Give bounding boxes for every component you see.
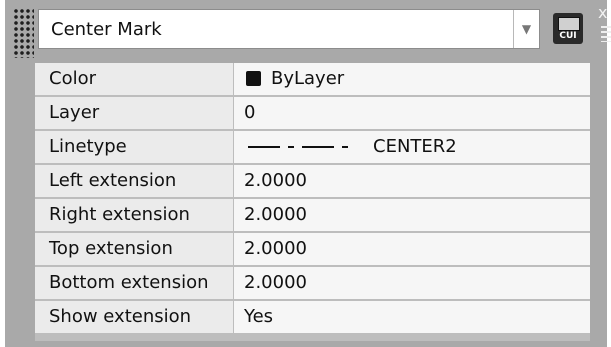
property-label: Top extension xyxy=(49,238,173,259)
property-row-right-extension[interactable]: Right extension 2.0000 xyxy=(35,199,590,233)
property-label: Left extension xyxy=(49,170,177,191)
property-value: Yes xyxy=(244,306,274,327)
property-row-left-extension[interactable]: Left extension 2.0000 xyxy=(35,165,590,199)
property-row-linetype[interactable]: Linetype CENTER2 xyxy=(35,131,590,165)
close-icon[interactable]: x xyxy=(598,5,607,21)
property-value-cell[interactable]: CENTER2 xyxy=(234,131,590,163)
object-type-dropdown[interactable]: Center Mark ▼ xyxy=(38,9,540,49)
property-label: Right extension xyxy=(49,204,190,225)
property-value: 2.0000 xyxy=(244,272,307,293)
property-label-cell: Bottom extension xyxy=(35,267,233,299)
property-label: Bottom extension xyxy=(49,272,209,293)
property-value-cell[interactable]: 2.0000 xyxy=(234,233,590,265)
chevron-down-icon[interactable]: ▼ xyxy=(513,10,539,48)
property-label-cell: Right extension xyxy=(35,199,233,231)
property-value-cell[interactable]: Yes xyxy=(234,301,590,333)
property-row-show-extension[interactable]: Show extension Yes xyxy=(35,301,590,335)
property-label-cell: Show extension xyxy=(35,301,233,333)
object-type-label: Center Mark xyxy=(51,19,162,40)
cui-icon[interactable]: CUI xyxy=(553,13,583,44)
property-value: 2.0000 xyxy=(244,238,307,259)
property-label: Color xyxy=(49,68,96,89)
property-value-cell[interactable]: 0 xyxy=(234,97,590,129)
property-value: 2.0000 xyxy=(244,204,307,225)
property-value: ByLayer xyxy=(271,68,345,89)
property-row-top-extension[interactable]: Top extension 2.0000 xyxy=(35,233,590,267)
property-value: 0 xyxy=(244,102,256,123)
property-label: Linetype xyxy=(49,136,127,157)
property-row-bottom-extension[interactable]: Bottom extension 2.0000 xyxy=(35,267,590,301)
property-row-color[interactable]: Color ByLayer xyxy=(35,63,590,97)
property-label-cell: Color xyxy=(35,63,233,95)
properties-grid: Color ByLayer Layer 0 Linetype CENTER2 L… xyxy=(35,63,590,341)
grip-icon[interactable] xyxy=(12,8,34,58)
property-label-cell: Linetype xyxy=(35,131,233,163)
property-label: Show extension xyxy=(49,306,192,327)
property-value: 2.0000 xyxy=(244,170,307,191)
property-value: CENTER2 xyxy=(373,136,457,157)
property-label-cell: Left extension xyxy=(35,165,233,197)
property-row-layer[interactable]: Layer 0 xyxy=(35,97,590,131)
property-value-cell[interactable]: 2.0000 xyxy=(234,165,590,197)
property-value-cell[interactable]: ByLayer xyxy=(234,63,590,95)
property-value-cell[interactable]: 2.0000 xyxy=(234,199,590,231)
linetype-preview xyxy=(248,146,358,148)
property-label: Layer xyxy=(49,102,100,123)
property-value-cell[interactable]: 2.0000 xyxy=(234,267,590,299)
cui-label: CUI xyxy=(559,31,577,41)
menu-icon[interactable] xyxy=(601,26,611,42)
property-label-cell: Layer xyxy=(35,97,233,129)
color-swatch xyxy=(246,71,261,86)
cui-screen-graphic xyxy=(558,17,580,31)
property-label-cell: Top extension xyxy=(35,233,233,265)
